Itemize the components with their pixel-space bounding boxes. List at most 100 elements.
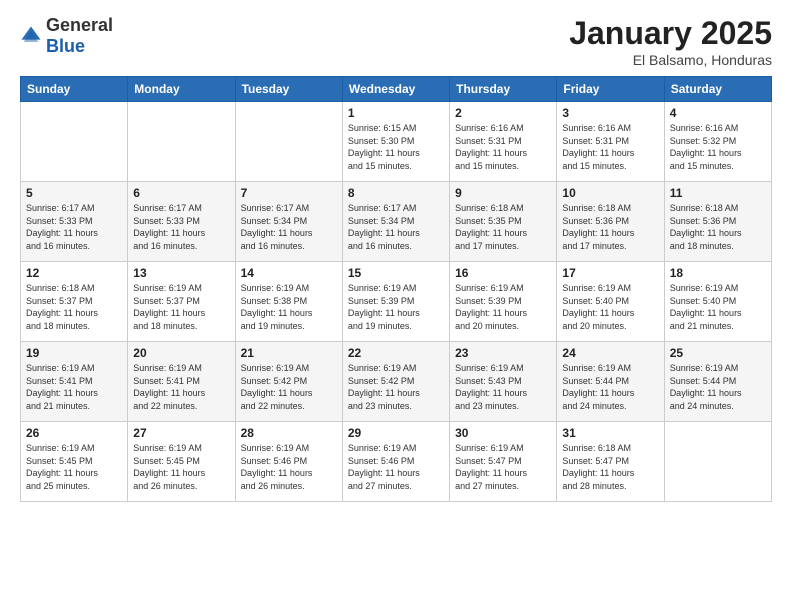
day-number: 31	[562, 426, 658, 440]
day-info: Sunrise: 6:19 AM Sunset: 5:46 PM Dayligh…	[348, 442, 444, 492]
table-row: 28 Sunrise: 6:19 AM Sunset: 5:46 PM Dayli…	[235, 422, 342, 502]
day-info: Sunrise: 6:19 AM Sunset: 5:41 PM Dayligh…	[133, 362, 229, 412]
day-info: Sunrise: 6:19 AM Sunset: 5:45 PM Dayligh…	[133, 442, 229, 492]
day-number: 25	[670, 346, 766, 360]
table-row: 31 Sunrise: 6:18 AM Sunset: 5:47 PM Dayli…	[557, 422, 664, 502]
logo: General Blue	[20, 15, 113, 57]
day-number: 5	[26, 186, 122, 200]
day-info: Sunrise: 6:19 AM Sunset: 5:41 PM Dayligh…	[26, 362, 122, 412]
day-number: 1	[348, 106, 444, 120]
day-number: 15	[348, 266, 444, 280]
table-row: 22 Sunrise: 6:19 AM Sunset: 5:42 PM Dayli…	[342, 342, 449, 422]
day-number: 28	[241, 426, 337, 440]
col-saturday: Saturday	[664, 77, 771, 102]
day-number: 30	[455, 426, 551, 440]
day-number: 20	[133, 346, 229, 360]
table-row: 13Sunrise: 6:19 AM Sunset: 5:37 PM Dayli…	[128, 262, 235, 342]
day-info: Sunrise: 6:19 AM Sunset: 5:45 PM Dayligh…	[26, 442, 122, 492]
day-info: Sunrise: 6:18 AM Sunset: 5:35 PM Dayligh…	[455, 202, 551, 252]
day-info: Sunrise: 6:19 AM Sunset: 5:47 PM Dayligh…	[455, 442, 551, 492]
day-number: 21	[241, 346, 337, 360]
logo-icon	[20, 25, 42, 47]
calendar: Sunday Monday Tuesday Wednesday Thursday…	[20, 76, 772, 502]
calendar-header-row: Sunday Monday Tuesday Wednesday Thursday…	[21, 77, 772, 102]
table-row: 9Sunrise: 6:18 AM Sunset: 5:35 PM Daylig…	[450, 182, 557, 262]
day-info: Sunrise: 6:19 AM Sunset: 5:37 PM Dayligh…	[133, 282, 229, 332]
header: General Blue January 2025 El Balsamo, Ho…	[20, 15, 772, 68]
day-info: Sunrise: 6:19 AM Sunset: 5:38 PM Dayligh…	[241, 282, 337, 332]
day-number: 22	[348, 346, 444, 360]
title-location: El Balsamo, Honduras	[569, 52, 772, 68]
table-row: 10 Sunrise: 6:18 AM Sunset: 5:36 PM Dayli…	[557, 182, 664, 262]
logo-general: General	[46, 15, 113, 35]
table-row: 17 Sunrise: 6:19 AM Sunset: 5:40 PM Dayli…	[557, 262, 664, 342]
day-info: Sunrise: 6:19 AM Sunset: 5:40 PM Dayligh…	[670, 282, 766, 332]
table-row: 16 Sunrise: 6:19 AM Sunset: 5:39 PM Dayli…	[450, 262, 557, 342]
table-row: 5 Sunrise: 6:17 AM Sunset: 5:33 PM Daylig…	[21, 182, 128, 262]
day-number: 16	[455, 266, 551, 280]
day-number: 24	[562, 346, 658, 360]
table-row: 11Sunrise: 6:18 AM Sunset: 5:36 PM Dayli…	[664, 182, 771, 262]
day-info: Sunrise: 6:19 AM Sunset: 5:40 PM Dayligh…	[562, 282, 658, 332]
logo-blue: Blue	[46, 36, 85, 56]
table-row: 26 Sunrise: 6:19 AM Sunset: 5:45 PM Dayli…	[21, 422, 128, 502]
col-sunday: Sunday	[21, 77, 128, 102]
day-number: 4	[670, 106, 766, 120]
day-number: 26	[26, 426, 122, 440]
day-info: Sunrise: 6:16 AM Sunset: 5:32 PM Dayligh…	[670, 122, 766, 172]
day-number: 29	[348, 426, 444, 440]
table-row: 4 Sunrise: 6:16 AM Sunset: 5:32 PM Daylig…	[664, 102, 771, 182]
table-row: 6 Sunrise: 6:17 AM Sunset: 5:33 PM Daylig…	[128, 182, 235, 262]
page: General Blue January 2025 El Balsamo, Ho…	[0, 0, 792, 612]
day-number: 2	[455, 106, 551, 120]
table-row	[128, 102, 235, 182]
title-month: January 2025	[569, 15, 772, 52]
day-number: 19	[26, 346, 122, 360]
day-info: Sunrise: 6:19 AM Sunset: 5:42 PM Dayligh…	[241, 362, 337, 412]
table-row: 19 Sunrise: 6:19 AM Sunset: 5:41 PM Dayli…	[21, 342, 128, 422]
calendar-week-row: 5 Sunrise: 6:17 AM Sunset: 5:33 PM Daylig…	[21, 182, 772, 262]
table-row: 20 Sunrise: 6:19 AM Sunset: 5:41 PM Dayli…	[128, 342, 235, 422]
day-number: 14	[241, 266, 337, 280]
table-row: 15Sunrise: 6:19 AM Sunset: 5:39 PM Dayli…	[342, 262, 449, 342]
day-info: Sunrise: 6:18 AM Sunset: 5:47 PM Dayligh…	[562, 442, 658, 492]
table-row: 23 Sunrise: 6:19 AM Sunset: 5:43 PM Dayli…	[450, 342, 557, 422]
day-info: Sunrise: 6:18 AM Sunset: 5:37 PM Dayligh…	[26, 282, 122, 332]
calendar-week-row: 19 Sunrise: 6:19 AM Sunset: 5:41 PM Dayli…	[21, 342, 772, 422]
table-row: 25 Sunrise: 6:19 AM Sunset: 5:44 PM Dayli…	[664, 342, 771, 422]
calendar-week-row: 12Sunrise: 6:18 AM Sunset: 5:37 PM Dayli…	[21, 262, 772, 342]
calendar-week-row: 26 Sunrise: 6:19 AM Sunset: 5:45 PM Dayli…	[21, 422, 772, 502]
day-number: 8	[348, 186, 444, 200]
col-monday: Monday	[128, 77, 235, 102]
day-info: Sunrise: 6:17 AM Sunset: 5:34 PM Dayligh…	[348, 202, 444, 252]
table-row: 18 Sunrise: 6:19 AM Sunset: 5:40 PM Dayli…	[664, 262, 771, 342]
day-info: Sunrise: 6:19 AM Sunset: 5:39 PM Dayligh…	[455, 282, 551, 332]
table-row: 27 Sunrise: 6:19 AM Sunset: 5:45 PM Dayli…	[128, 422, 235, 502]
day-info: Sunrise: 6:18 AM Sunset: 5:36 PM Dayligh…	[562, 202, 658, 252]
day-number: 3	[562, 106, 658, 120]
table-row	[235, 102, 342, 182]
day-info: Sunrise: 6:19 AM Sunset: 5:42 PM Dayligh…	[348, 362, 444, 412]
logo-text: General Blue	[46, 15, 113, 57]
table-row	[21, 102, 128, 182]
day-info: Sunrise: 6:19 AM Sunset: 5:46 PM Dayligh…	[241, 442, 337, 492]
day-number: 17	[562, 266, 658, 280]
table-row: 8 Sunrise: 6:17 AM Sunset: 5:34 PM Daylig…	[342, 182, 449, 262]
day-number: 7	[241, 186, 337, 200]
day-number: 18	[670, 266, 766, 280]
table-row	[664, 422, 771, 502]
day-info: Sunrise: 6:19 AM Sunset: 5:44 PM Dayligh…	[562, 362, 658, 412]
day-number: 11	[670, 186, 766, 200]
day-info: Sunrise: 6:16 AM Sunset: 5:31 PM Dayligh…	[562, 122, 658, 172]
calendar-week-row: 1Sunrise: 6:15 AM Sunset: 5:30 PM Daylig…	[21, 102, 772, 182]
table-row: 2Sunrise: 6:16 AM Sunset: 5:31 PM Daylig…	[450, 102, 557, 182]
day-info: Sunrise: 6:19 AM Sunset: 5:44 PM Dayligh…	[670, 362, 766, 412]
col-wednesday: Wednesday	[342, 77, 449, 102]
day-number: 27	[133, 426, 229, 440]
day-number: 10	[562, 186, 658, 200]
day-info: Sunrise: 6:19 AM Sunset: 5:43 PM Dayligh…	[455, 362, 551, 412]
day-info: Sunrise: 6:17 AM Sunset: 5:33 PM Dayligh…	[26, 202, 122, 252]
day-info: Sunrise: 6:17 AM Sunset: 5:33 PM Dayligh…	[133, 202, 229, 252]
day-number: 6	[133, 186, 229, 200]
day-number: 23	[455, 346, 551, 360]
